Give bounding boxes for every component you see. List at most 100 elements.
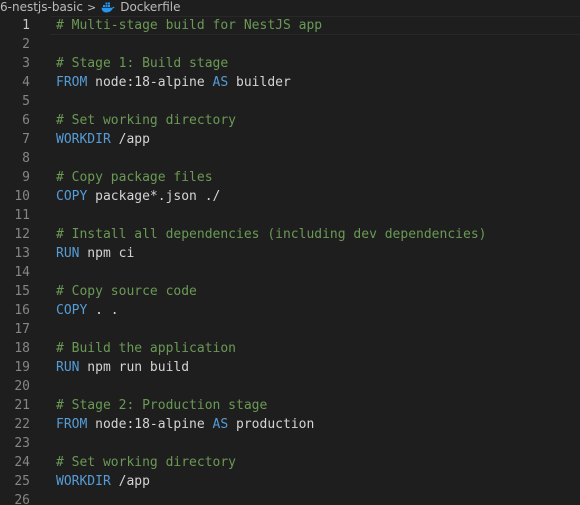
- code-line[interactable]: 12 # Install all dependencies (including …: [0, 225, 580, 244]
- line-number: 5: [22, 94, 30, 109]
- line-number: 14: [14, 265, 30, 280]
- line-content[interactable]: FROM node:18-alpine AS builder: [56, 73, 291, 92]
- plain-token: npm run build: [79, 360, 190, 375]
- line-content[interactable]: COPY . .: [56, 301, 119, 320]
- code-line[interactable]: 21 # Stage 2: Production stage: [0, 396, 580, 415]
- line-number: 21: [14, 398, 30, 413]
- comment-token: # Copy package files: [56, 170, 213, 185]
- breadcrumb: 6-nestjs-basic > Dockerfile: [0, 0, 580, 15]
- line-content[interactable]: # Set working directory: [56, 453, 236, 472]
- code-line[interactable]: 16 COPY . .: [0, 301, 580, 320]
- line-number: 16: [14, 303, 30, 318]
- code-line[interactable]: 26: [0, 491, 580, 505]
- line-number: 11: [14, 208, 30, 223]
- keyword-token: WORKDIR: [56, 132, 111, 147]
- plain-token: production: [228, 417, 315, 432]
- plain-token: package*.json ./: [87, 189, 221, 204]
- comment-token: # Multi-stage build for NestJS app: [56, 18, 323, 33]
- code-line[interactable]: 7 WORKDIR /app: [0, 130, 580, 149]
- plain-token: node:18-alpine: [87, 417, 213, 432]
- docker-icon: [101, 0, 115, 15]
- breadcrumb-file[interactable]: Dockerfile: [120, 0, 180, 15]
- line-number: 10: [14, 189, 30, 204]
- code-line[interactable]: 1 # Multi-stage build for NestJS app: [0, 16, 580, 35]
- plain-token: /app: [110, 132, 150, 147]
- line-content[interactable]: # Stage 1: Build stage: [56, 54, 228, 73]
- line-content[interactable]: # Install all dependencies (including de…: [56, 225, 486, 244]
- line-number: 18: [14, 341, 30, 356]
- comment-token: # Set working directory: [56, 455, 237, 470]
- code-line[interactable]: 4 FROM node:18-alpine AS builder: [0, 73, 580, 92]
- line-number: 1: [22, 18, 30, 33]
- line-number: 20: [14, 379, 30, 394]
- breadcrumb-folder[interactable]: 6-nestjs-basic: [0, 0, 83, 15]
- code-line[interactable]: 6 # Set working directory: [0, 111, 580, 130]
- code-line[interactable]: 19 RUN npm run build: [0, 358, 580, 377]
- comment-token: # Stage 2: Production stage: [56, 398, 268, 413]
- code-line[interactable]: 11: [0, 206, 580, 225]
- line-content[interactable]: COPY package*.json ./: [56, 187, 220, 206]
- line-number: 25: [14, 474, 30, 489]
- code-line[interactable]: 17: [0, 320, 580, 339]
- line-number: 23: [14, 436, 30, 451]
- line-content[interactable]: WORKDIR /app: [56, 472, 150, 491]
- code-line[interactable]: 8: [0, 149, 580, 168]
- code-line[interactable]: 20: [0, 377, 580, 396]
- keyword-token: COPY: [56, 189, 88, 204]
- code-line[interactable]: 2: [0, 35, 580, 54]
- keyword-token: FROM: [56, 75, 88, 90]
- code-line[interactable]: 9 # Copy package files: [0, 168, 580, 187]
- line-number: 8: [22, 151, 30, 166]
- code-line[interactable]: 24 # Set working directory: [0, 453, 580, 472]
- plain-token: node:18-alpine: [87, 75, 213, 90]
- comment-token: # Stage 1: Build stage: [56, 56, 229, 71]
- keyword-token: WORKDIR: [56, 474, 111, 489]
- breadcrumb-separator: >: [86, 1, 97, 14]
- comment-token: # Set working directory: [56, 113, 237, 128]
- comment-token: # Copy source code: [56, 284, 197, 299]
- code-line[interactable]: 10 COPY package*.json ./: [0, 187, 580, 206]
- line-number: 24: [14, 455, 30, 470]
- line-number: 13: [14, 246, 30, 261]
- comment-token: # Build the application: [56, 341, 237, 356]
- code-line[interactable]: 5: [0, 92, 580, 111]
- code-line[interactable]: 13 RUN npm ci: [0, 244, 580, 263]
- plain-token: npm ci: [79, 246, 135, 261]
- keyword-token: AS: [212, 75, 229, 90]
- line-number: 19: [14, 360, 30, 375]
- line-content[interactable]: # Copy package files: [56, 168, 213, 187]
- line-content[interactable]: RUN npm run build: [56, 358, 189, 377]
- line-number: 3: [22, 56, 30, 71]
- plain-token: builder: [228, 75, 291, 90]
- line-number: 4: [22, 75, 30, 90]
- keyword-token: COPY: [56, 303, 88, 318]
- line-content[interactable]: # Copy source code: [56, 282, 197, 301]
- line-number: 6: [22, 113, 30, 128]
- code-line[interactable]: 25 WORKDIR /app: [0, 472, 580, 491]
- line-content[interactable]: RUN npm ci: [56, 244, 134, 263]
- line-content[interactable]: # Multi-stage build for NestJS app: [56, 16, 322, 35]
- comment-token: # Install all dependencies (including de…: [56, 227, 487, 242]
- code-line[interactable]: 18 # Build the application: [0, 339, 580, 358]
- line-content[interactable]: # Stage 2: Production stage: [56, 396, 267, 415]
- code-line[interactable]: 23: [0, 434, 580, 453]
- line-number: 2: [22, 37, 30, 52]
- line-content[interactable]: WORKDIR /app: [56, 130, 150, 149]
- code-line[interactable]: 22 FROM node:18-alpine AS production: [0, 415, 580, 434]
- plain-token: /app: [110, 474, 150, 489]
- keyword-token: FROM: [56, 417, 88, 432]
- line-content[interactable]: # Set working directory: [56, 111, 236, 130]
- code-line[interactable]: 14: [0, 263, 580, 282]
- code-line[interactable]: 3 # Stage 1: Build stage: [0, 54, 580, 73]
- keyword-token: RUN: [56, 246, 80, 261]
- line-number: 17: [14, 322, 30, 337]
- keyword-token: RUN: [56, 360, 80, 375]
- keyword-token: AS: [212, 417, 229, 432]
- code-line[interactable]: 15 # Copy source code: [0, 282, 580, 301]
- line-content[interactable]: FROM node:18-alpine AS production: [56, 415, 314, 434]
- line-number: 12: [14, 227, 30, 242]
- line-number: 15: [14, 284, 30, 299]
- code-editor[interactable]: 1 # Multi-stage build for NestJS app 2 3 # S…: [0, 16, 580, 505]
- line-content[interactable]: # Build the application: [56, 339, 236, 358]
- line-number: 22: [14, 417, 30, 432]
